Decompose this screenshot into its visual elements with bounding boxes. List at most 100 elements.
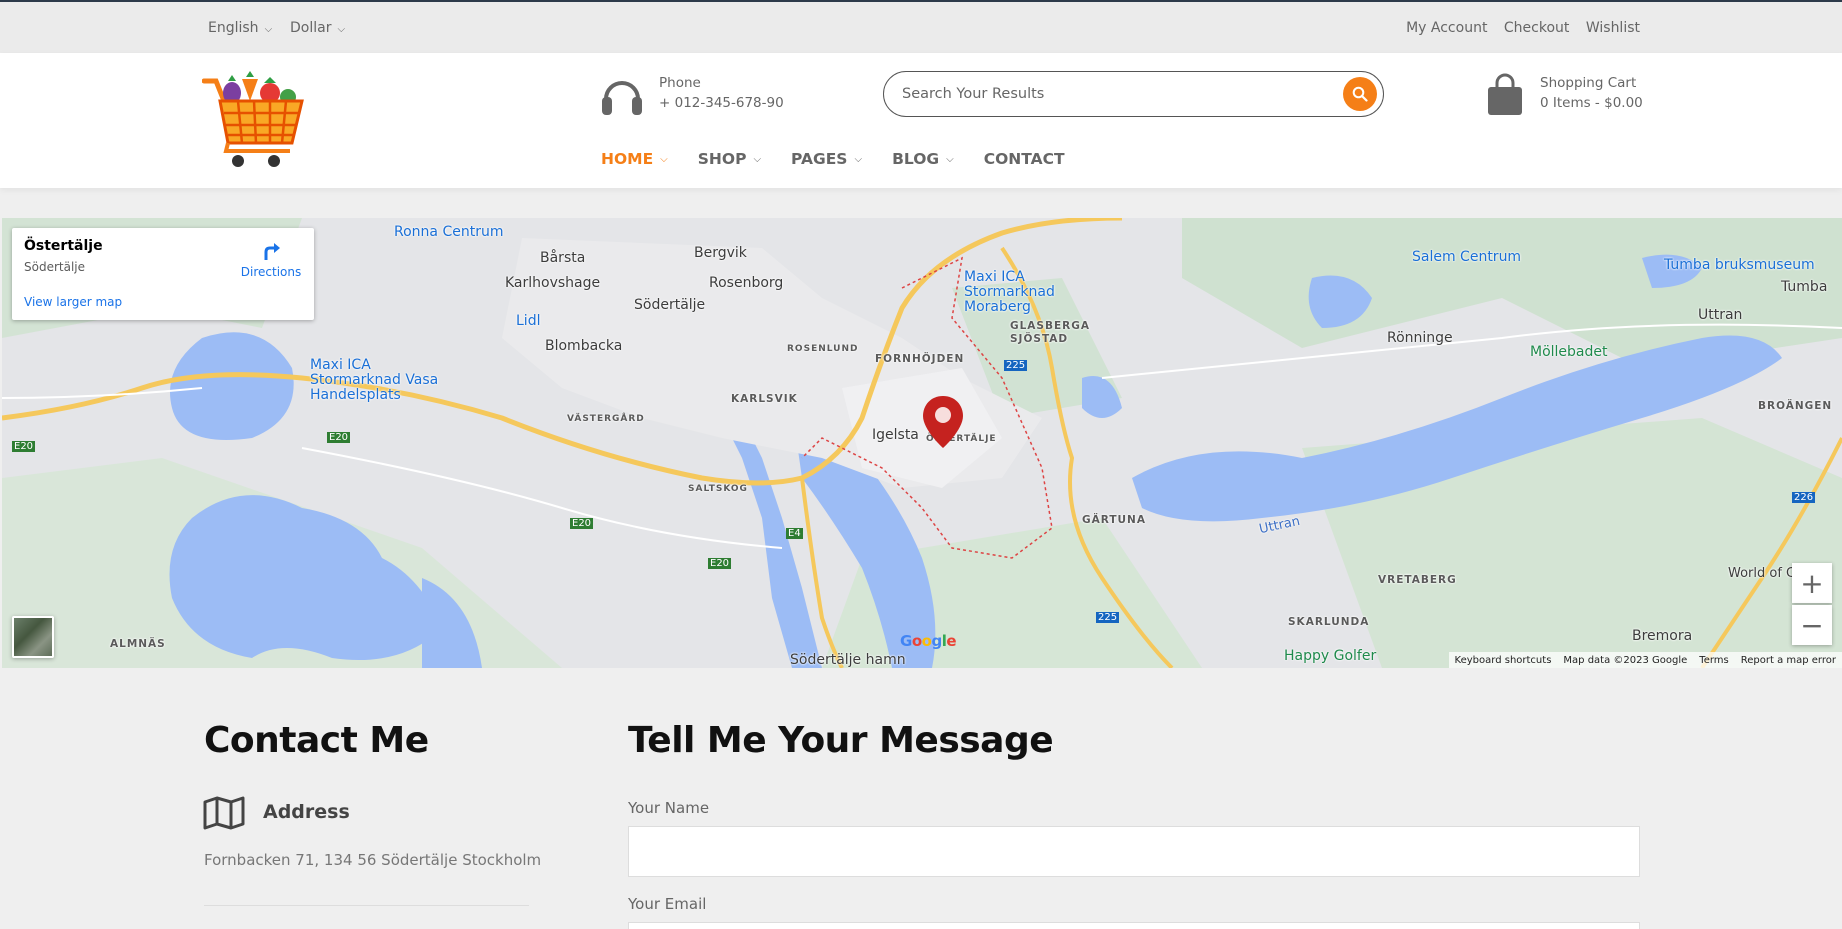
map-label: Bremora xyxy=(1632,628,1693,644)
map-label: Södertälje xyxy=(634,297,706,313)
wishlist-link[interactable]: Wishlist xyxy=(1586,20,1640,36)
map-label[interactable]: Maxi ICA Stormarknad Moraberg xyxy=(964,270,1114,315)
directions-icon xyxy=(264,243,280,260)
google-map[interactable]: Ronna Centrum Bårsta Bergvik Karlhovshag… xyxy=(2,218,1842,668)
map-label: VÄSTERGÅRD xyxy=(567,414,645,424)
map-label[interactable]: Maxi ICA Stormarknad Vasa Handelsplats xyxy=(310,358,460,403)
map-label[interactable]: Ronna Centrum xyxy=(394,224,503,240)
chevron-down-icon: ⌵ xyxy=(854,153,863,165)
name-field-wrapper xyxy=(628,826,1640,877)
map-label: Karlhovshage xyxy=(505,275,601,291)
road-shield: 226 xyxy=(1792,492,1816,503)
chevron-down-icon: ⌵ xyxy=(753,153,762,165)
cart-title[interactable]: Shopping Cart xyxy=(1540,75,1636,91)
store-logo[interactable] xyxy=(202,71,306,169)
road-shield: E20 xyxy=(12,441,36,452)
divider xyxy=(204,905,529,906)
road-shield: E20 xyxy=(708,558,732,569)
name-label: Your Name xyxy=(628,799,710,817)
place-subtitle: Södertälje xyxy=(24,260,86,274)
my-account-link[interactable]: My Account xyxy=(1406,20,1487,36)
nav-pages[interactable]: PAGES ⌵ xyxy=(791,150,862,168)
map-label: KARLSVIK xyxy=(731,393,798,405)
keyboard-shortcuts-link[interactable]: Keyboard shortcuts xyxy=(1449,655,1558,666)
nav-blog-label: BLOG xyxy=(892,150,940,168)
road-shield: 225 xyxy=(1004,360,1028,371)
address-text: Fornbacken 71, 134 56 Södertälje Stockho… xyxy=(204,851,542,869)
map-label[interactable]: Salem Centrum xyxy=(1412,249,1521,265)
chevron-down-icon: ⌵ xyxy=(660,153,668,165)
search-bar xyxy=(883,71,1384,117)
map-icon xyxy=(203,796,245,830)
search-icon xyxy=(1352,86,1368,102)
nav-pages-label: PAGES xyxy=(791,150,848,168)
road-shield: 225 xyxy=(1096,612,1120,623)
map-label[interactable]: Lidl xyxy=(516,313,540,329)
cart-summary[interactable]: 0 Items - $0.00 xyxy=(1540,95,1643,111)
email-label: Your Email xyxy=(628,895,707,913)
email-field[interactable] xyxy=(629,923,1639,929)
search-button[interactable] xyxy=(1343,77,1377,111)
road-shield: E20 xyxy=(570,518,594,529)
map-label: Tumba xyxy=(1781,279,1828,295)
main-nav: HOME ⌵ SHOP ⌵ PAGES ⌵ BLOG ⌵ CONTACT xyxy=(601,150,1095,168)
directions-label: Directions xyxy=(240,265,302,279)
location-pin-icon[interactable] xyxy=(920,394,966,450)
map-label: Igelsta xyxy=(872,427,919,443)
phone-number[interactable]: + 012-345-678-90 xyxy=(659,95,784,111)
map-label: Bergvik xyxy=(694,245,747,261)
nav-blog[interactable]: BLOG ⌵ xyxy=(892,150,954,168)
road-shield: E4 xyxy=(786,528,803,539)
map-label[interactable]: Möllebadet xyxy=(1530,344,1608,360)
map-label: Blombacka xyxy=(545,338,623,354)
shopping-bag-icon[interactable] xyxy=(1486,73,1524,117)
map-label: SKARLUNDA xyxy=(1288,616,1370,628)
headphones-icon xyxy=(602,81,642,115)
map-label: BROÄNGEN xyxy=(1758,400,1833,412)
place-info-card: Östertälje Södertälje View larger map Di… xyxy=(12,228,314,320)
nav-home[interactable]: HOME ⌵ xyxy=(601,150,668,168)
zoom-in-button[interactable]: + xyxy=(1792,563,1832,603)
map-attribution: Keyboard shortcuts Map data ©2023 Google… xyxy=(1448,652,1842,668)
road-shield: E20 xyxy=(327,432,351,443)
map-label[interactable]: Happy Golfer xyxy=(1284,648,1376,664)
map-label: Bårsta xyxy=(540,250,586,266)
language-select[interactable]: English ⌵ xyxy=(208,20,272,36)
google-logo: Google xyxy=(900,632,957,650)
map-label: Uttran xyxy=(1698,307,1743,323)
message-heading: Tell Me Your Message xyxy=(628,720,1054,761)
language-value: English xyxy=(208,20,259,36)
map-label: ALMNÄS xyxy=(110,638,166,650)
map-label: GÄRTUNA xyxy=(1082,514,1146,526)
nav-contact[interactable]: CONTACT xyxy=(984,150,1065,168)
map-label: Rönninge xyxy=(1387,330,1453,346)
map-label: ROSENLUND xyxy=(787,344,859,354)
chevron-down-icon: ⌵ xyxy=(337,24,346,35)
contact-heading: Contact Me xyxy=(204,720,429,761)
search-input[interactable] xyxy=(902,83,1322,105)
chevron-down-icon: ⌵ xyxy=(946,153,954,165)
nav-shop[interactable]: SHOP ⌵ xyxy=(698,150,761,168)
map-label: VRETABERG xyxy=(1378,574,1457,586)
map-label: Rosenborg xyxy=(709,275,784,291)
top-bar: English ⌵ Dollar ⌵ My Account Checkout Wis… xyxy=(0,0,1842,53)
map-label[interactable]: Tumba bruksmuseum xyxy=(1664,257,1815,273)
map-label: SALTSKOG xyxy=(688,484,748,494)
directions-button[interactable]: Directions xyxy=(240,240,302,279)
place-title: Östertälje xyxy=(24,238,103,254)
satellite-toggle-button[interactable] xyxy=(12,616,54,658)
site-header: Phone + 012-345-678-90 Shopping Cart 0 I… xyxy=(0,53,1842,188)
address-label: Address xyxy=(263,801,350,823)
map-label: FORNHÖJDEN xyxy=(875,353,965,365)
nav-shop-label: SHOP xyxy=(697,150,747,168)
email-field-wrapper xyxy=(628,922,1640,929)
report-error-link[interactable]: Report a map error xyxy=(1735,655,1842,666)
view-larger-map-link[interactable]: View larger map xyxy=(24,295,122,309)
currency-select[interactable]: Dollar ⌵ xyxy=(290,20,345,36)
checkout-link[interactable]: Checkout xyxy=(1504,20,1570,36)
name-field[interactable] xyxy=(629,827,1639,876)
chevron-down-icon: ⌵ xyxy=(264,24,273,35)
terms-link[interactable]: Terms xyxy=(1693,655,1734,666)
zoom-out-button[interactable]: − xyxy=(1792,605,1832,645)
account-links: My Account Checkout Wishlist xyxy=(1394,20,1640,36)
